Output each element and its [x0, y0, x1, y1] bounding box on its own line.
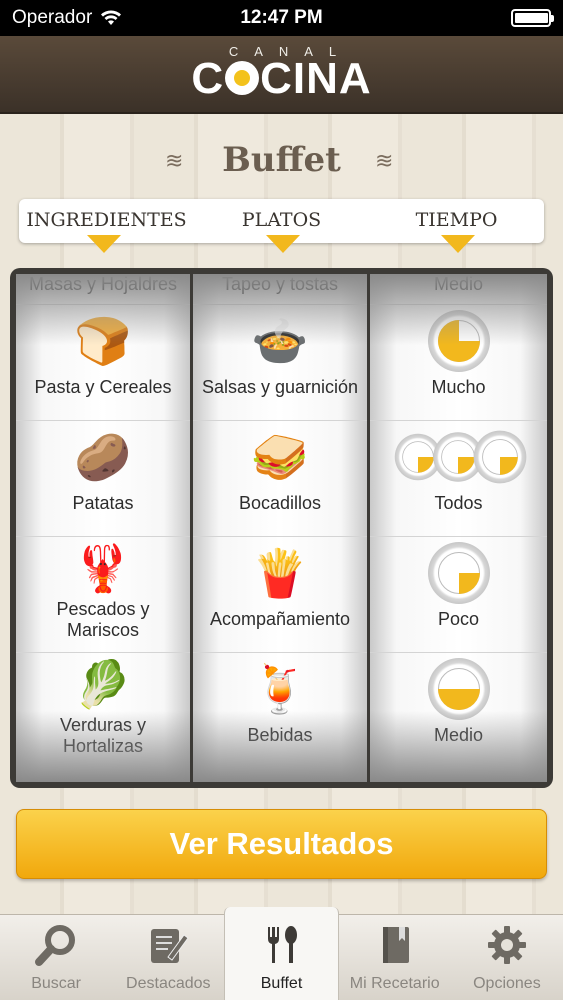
picker-row[interactable]: 🥪 Bocadillos: [193, 420, 367, 536]
picker-row[interactable]: 🦞 Pescados y Mariscos: [16, 536, 190, 652]
status-bar: Operador 12:47 PM: [0, 0, 563, 36]
picker-row[interactable]: 🥬 Verduras y Hortalizas: [16, 652, 190, 768]
arrow-down-icon: [266, 235, 300, 253]
clock-icon: [427, 310, 490, 372]
tab-bar: Buscar Destacados Buffet Mi Recetario Op…: [0, 907, 563, 1000]
ver-resultados-button[interactable]: Ver Resultados: [16, 809, 547, 879]
picker-row[interactable]: Masas y Hojaldres: [16, 274, 190, 304]
tab-opciones[interactable]: Opciones: [451, 915, 563, 1000]
wheel-tiempo[interactable]: Medio Mucho Todos Poco Medio: [370, 274, 547, 782]
picker-row[interactable]: 🥔 Patatas: [16, 420, 190, 536]
fries-icon: 🍟: [251, 546, 309, 599]
edit-icon: [112, 923, 224, 975]
page-title: Buffet: [222, 140, 341, 180]
picker-column-header: INGREDIENTES PLATOS TIEMPO: [19, 199, 544, 253]
battery-icon: [511, 9, 554, 27]
arrow-down-icon: [441, 235, 475, 253]
carrier-label: Operador: [12, 7, 93, 28]
flourish-right-icon: ≋: [375, 148, 394, 173]
picker-row[interactable]: Tapeo y tostas: [193, 274, 367, 304]
picker-row[interactable]: Todos: [370, 420, 547, 536]
lobster-icon: 🦞: [74, 541, 132, 594]
picker-row[interactable]: Medio: [370, 274, 547, 304]
wifi-icon: [101, 10, 122, 25]
fork-spoon-icon: [225, 923, 337, 975]
category-picker: Masas y Hojaldres 🍞 Pasta y Cereales 🥔 P…: [10, 268, 553, 788]
picker-row[interactable]: 🍹 Bebidas: [193, 652, 367, 768]
tab-mi-recetario[interactable]: Mi Recetario: [339, 915, 451, 1000]
wheel-platos[interactable]: Tapeo y tostas 🍲 Salsas y guarnición 🥪 B…: [193, 274, 367, 782]
wheel-ingredientes[interactable]: Masas y Hojaldres 🍞 Pasta y Cereales 🥔 P…: [16, 274, 190, 782]
picker-row[interactable]: 🍲 Salsas y guarnición: [193, 304, 367, 420]
clock-icon: [427, 542, 490, 604]
tab-buscar[interactable]: Buscar: [0, 915, 112, 1000]
picker-row[interactable]: 🍟 Acompañamiento: [193, 536, 367, 652]
book-icon: [339, 923, 451, 975]
drink-icon: 🍹: [251, 662, 309, 715]
tab-buffet[interactable]: Buffet: [224, 907, 339, 1000]
brand-logo: C CINA: [191, 54, 372, 103]
picker-row[interactable]: Medio: [370, 652, 547, 768]
potato-icon: 🥔: [74, 430, 132, 483]
column-tiempo: TIEMPO: [415, 209, 498, 231]
sauce-icon: 🍲: [251, 314, 309, 367]
clock-icon: [473, 430, 526, 484]
column-platos: PLATOS: [241, 209, 322, 231]
column-ingredientes: INGREDIENTES: [26, 209, 187, 231]
egg-icon: [225, 61, 260, 95]
sandwich-icon: 🥪: [251, 430, 309, 483]
clock-icon: [427, 658, 490, 720]
picker-row[interactable]: Poco: [370, 536, 547, 652]
gear-icon: [451, 923, 563, 975]
picker-row[interactable]: Mucho: [370, 304, 547, 420]
arrow-down-icon: [87, 235, 121, 253]
app-header: CANAL C CINA: [0, 36, 563, 114]
vegetables-icon: 🥬: [74, 657, 132, 710]
tab-destacados[interactable]: Destacados: [112, 915, 224, 1000]
bread-icon: 🍞: [74, 314, 132, 367]
picker-row[interactable]: 🍞 Pasta y Cereales: [16, 304, 190, 420]
search-icon: [0, 923, 112, 975]
